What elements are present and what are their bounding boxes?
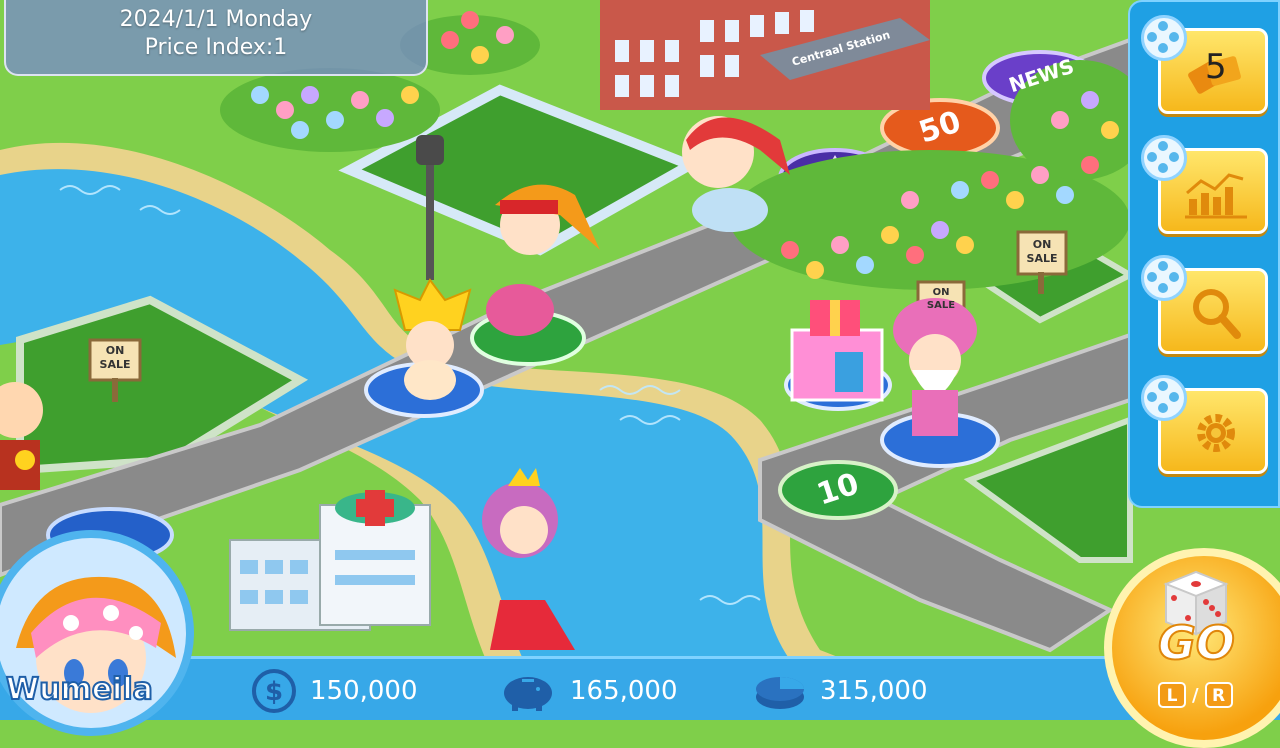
cards-count: 5 (1205, 47, 1227, 87)
stocks-button[interactable] (1141, 135, 1268, 234)
right-key: R (1204, 682, 1233, 708)
magnifier-icon (1193, 289, 1241, 339)
search-button[interactable] (1141, 255, 1268, 354)
go-key-hint: L / R (1158, 682, 1233, 708)
total-assets-stat: 315,000 (752, 659, 928, 723)
settings-button[interactable] (1141, 375, 1268, 474)
savings-stat: 165,000 (498, 659, 678, 723)
dollar-icon: $ (252, 669, 296, 713)
cash-value: 150,000 (310, 676, 418, 706)
player-name: Wumeila (5, 671, 154, 708)
status-bar: $ 150,000 165,000 315,000 (0, 656, 1280, 720)
left-key: L (1158, 682, 1186, 708)
cash-stat: $ 150,000 (250, 659, 418, 723)
side-menu: 5 (1128, 0, 1280, 508)
key-separator: / (1192, 684, 1199, 706)
pie-chart-icon (756, 677, 804, 709)
chart-icon (1185, 173, 1247, 219)
piggy-bank-icon (504, 677, 552, 711)
total-assets-value: 315,000 (820, 676, 928, 706)
date-panel: 2024/1/1 Monday Price Index:1 (4, 0, 428, 76)
sale-sign-label: ON SALE (99, 344, 131, 371)
cards-button[interactable]: 5 (1141, 15, 1268, 114)
price-index-text: Price Index:1 (144, 35, 288, 60)
savings-value: 165,000 (570, 676, 678, 706)
go-label: GO (1157, 615, 1236, 671)
date-text: 2024/1/1 Monday (119, 7, 313, 32)
gear-icon (1197, 414, 1235, 452)
sale-sign-label: ON SALE (1026, 238, 1058, 265)
sale-sign-label: ON SALE (926, 287, 956, 311)
svg-text:$: $ (265, 677, 283, 707)
